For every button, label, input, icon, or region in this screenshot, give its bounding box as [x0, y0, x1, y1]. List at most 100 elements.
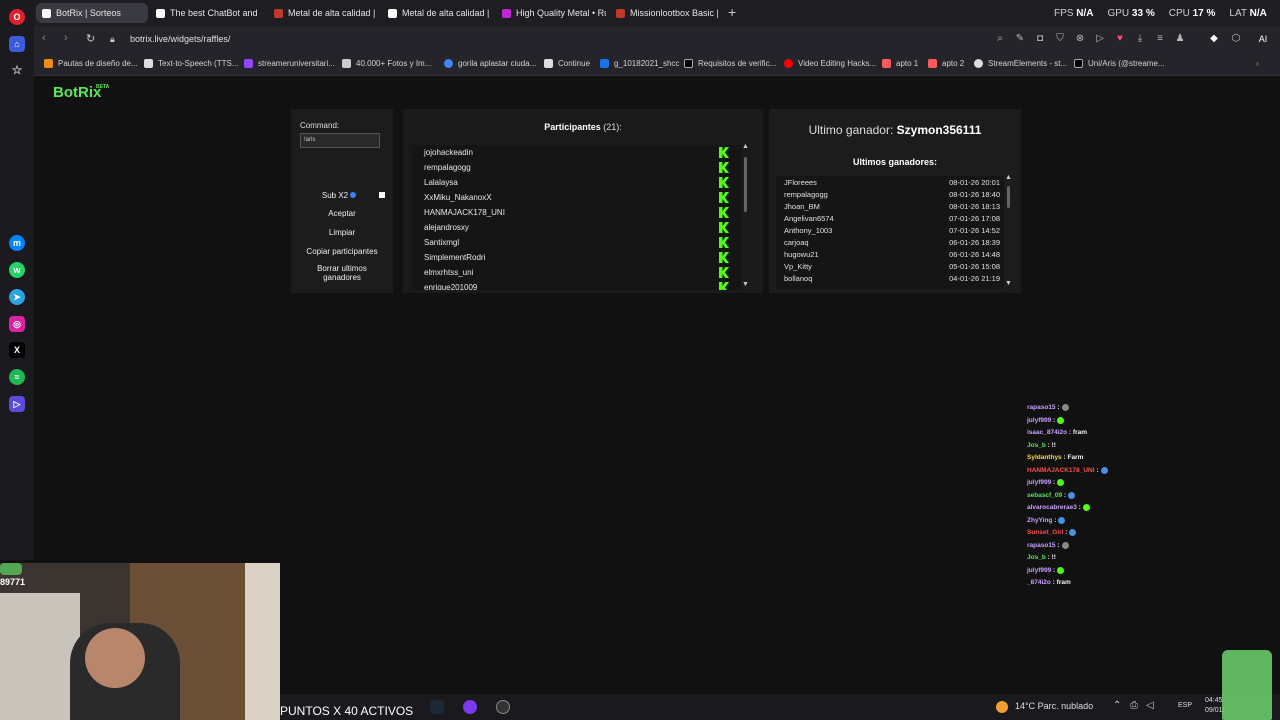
tab-botrix[interactable]: BotRix | Sorteos: [36, 3, 148, 23]
table-row: Anthony_1003 07-01-26 14:52: [776, 224, 1004, 236]
kick-icon: [719, 192, 729, 203]
bookmark-item[interactable]: 40.000+ Fotos y Im...: [342, 59, 431, 68]
whatsapp-icon[interactable]: w: [9, 262, 25, 278]
bookmark-item[interactable]: Text-to-Speech (TTS...: [144, 59, 238, 68]
google-icon: [444, 59, 453, 68]
ai-button[interactable]: AI: [1252, 33, 1274, 45]
opera-logo-icon[interactable]: O: [9, 9, 25, 25]
chat-overlay: rapaso15 : julyf999 : isaac_874i2o : fram J…: [1024, 390, 1204, 590]
emote-icon: [1058, 516, 1066, 524]
bookmark-item[interactable]: Uni/Aris (@streame...: [1074, 59, 1165, 68]
x-twitter-icon[interactable]: X: [9, 342, 25, 358]
emote-icon: [1082, 504, 1090, 511]
chevron-up-icon[interactable]: ⌃: [1113, 700, 1121, 711]
bookmark-item[interactable]: Pautas de diseño de...: [44, 59, 138, 68]
telegram-icon[interactable]: ➤: [9, 289, 25, 305]
player-icon[interactable]: ▷: [9, 396, 25, 412]
tab-missionlootbox[interactable]: Missionlootbox Basic | Ru: [610, 3, 720, 23]
copy-participants-button[interactable]: Copiar participantes: [291, 247, 393, 256]
bookmark-star-icon[interactable]: ☆: [9, 62, 25, 78]
bookmark-item[interactable]: g_10182021_shcc: [600, 59, 679, 68]
bookmark-label: Continue: [558, 59, 591, 68]
botrix-logo[interactable]: BotRix: [53, 84, 101, 101]
x-twitter-icon: [684, 59, 693, 68]
winner-date: 06-01-26 18:39: [949, 238, 1000, 247]
download-icon[interactable]: ⤓: [1134, 33, 1146, 45]
play-icon[interactable]: ▷: [1094, 33, 1106, 45]
network-icon[interactable]: ⎙: [1130, 700, 1138, 711]
steam-icon[interactable]: [430, 700, 444, 714]
tab-high-quality-metal[interactable]: High Quality Metal • Rust: [496, 3, 606, 23]
language-indicator[interactable]: ESP: [1178, 702, 1192, 709]
bookmark-item[interactable]: Video Editing Hacks...: [784, 59, 876, 68]
bookmark-item[interactable]: apto 1: [882, 59, 918, 68]
app-icon[interactable]: [496, 700, 510, 714]
scroll-down-icon[interactable]: ▼: [1005, 280, 1012, 287]
bookmark-favicon-icon: [244, 59, 253, 68]
heart-icon[interactable]: ♥: [1114, 33, 1126, 45]
fps-stat: FPS N/A: [1054, 8, 1093, 19]
edit-icon[interactable]: ✎: [1014, 33, 1026, 45]
accept-button[interactable]: Aceptar: [291, 209, 393, 218]
info-icon[interactable]: [350, 192, 356, 198]
home-icon[interactable]: ⌂: [9, 36, 25, 52]
volume-icon[interactable]: ◁: [1146, 700, 1154, 711]
bookmark-item[interactable]: Continue: [544, 59, 590, 68]
participants-list[interactable]: jojohackeadin rempalagogg Lalalaysa XxMi…: [412, 145, 741, 290]
address-bar: ‹ › ↻ 🔒︎ botrix.live/widgets/raffles/ ⌕ …: [34, 26, 1280, 54]
botrix-favicon-icon: [156, 8, 165, 18]
chat-message: julyf999 :: [1027, 416, 1065, 424]
participants-scrollbar[interactable]: ▲ ▼: [742, 143, 750, 290]
tab-chatbot[interactable]: The best ChatBot and Wid: [150, 3, 258, 23]
scroll-up-icon[interactable]: ▲: [1005, 174, 1012, 181]
cube-icon[interactable]: ⬡: [1230, 33, 1242, 45]
tab-metal-1[interactable]: Metal de alta calidad | Ru: [268, 3, 378, 23]
scrollbar-thumb[interactable]: [1007, 186, 1010, 208]
command-input[interactable]: !aris: [300, 133, 380, 148]
reload-icon[interactable]: ↻: [86, 32, 95, 45]
table-row: rempalagogg 08-01-26 18:40: [776, 188, 1004, 200]
winner-date: 08-01-26 20:01: [949, 178, 1000, 187]
camera-icon[interactable]: ◘: [1034, 33, 1046, 45]
search-icon[interactable]: ⌕: [994, 33, 1006, 45]
bookmark-label: apto 2: [942, 59, 965, 68]
bookmark-item[interactable]: gorila aplastar ciuda...: [444, 59, 536, 68]
new-tab-button[interactable]: +: [728, 4, 736, 20]
weather-text[interactable]: 14°C Parc. nublado: [1015, 701, 1093, 711]
taskbar: PUNTOS X 40 ACTIVOS 14°C Parc. nublado ⌃…: [280, 694, 1280, 720]
bookmark-item[interactable]: apto 2: [928, 59, 964, 68]
bookmark-item[interactable]: streameruniversitari...: [244, 59, 335, 68]
bookmark-item[interactable]: StreamElements - st...: [974, 59, 1067, 68]
raffle-controls: Command: !aris Sub X2 Aceptar Limpiar Co…: [291, 109, 393, 293]
clear-button[interactable]: Limpiar: [291, 228, 393, 237]
shield-icon[interactable]: ⛉: [1054, 33, 1066, 45]
winners-list[interactable]: JFloreees 08-01-26 20:01 rempalagogg 08-01…: [776, 176, 1004, 289]
vpn-icon[interactable]: ⊗: [1074, 33, 1086, 45]
account-icon[interactable]: ♟: [1174, 33, 1186, 45]
winners-scrollbar[interactable]: ▲ ▼: [1005, 174, 1013, 289]
bookmark-favicon-icon: [544, 59, 553, 68]
airbnb-icon: [928, 59, 937, 68]
weather-icon: [996, 701, 1008, 713]
scroll-down-icon[interactable]: ▼: [742, 281, 749, 288]
menu-icon[interactable]: ≡: [1154, 33, 1166, 45]
instagram-icon[interactable]: ◎: [9, 316, 25, 332]
sub-x2-checkbox[interactable]: [379, 192, 385, 198]
command-label: Command:: [300, 121, 340, 130]
winner-date: 04-01-26 21:19: [949, 274, 1000, 283]
obs-icon[interactable]: [463, 700, 477, 714]
bookmarks-more-icon[interactable]: ›: [1256, 59, 1259, 68]
spotify-icon[interactable]: ≈: [9, 369, 25, 385]
emote-icon: [1057, 566, 1065, 574]
url-field[interactable]: botrix.live/widgets/raffles/: [130, 34, 230, 44]
messenger-icon[interactable]: m: [9, 235, 25, 251]
bookmark-item[interactable]: Requisitos de verific...: [684, 59, 776, 68]
chat-message: julyf999 :: [1027, 479, 1065, 486]
tab-metal-2[interactable]: Metal de alta calidad | Ru: [382, 3, 492, 23]
extension-icon[interactable]: ◆: [1208, 33, 1220, 45]
forward-icon[interactable]: ›: [64, 32, 68, 44]
scrollbar-thumb[interactable]: [744, 157, 747, 212]
delete-winners-button[interactable]: Borrar ultimos ganadores: [291, 264, 393, 282]
back-icon[interactable]: ‹: [42, 32, 46, 44]
scroll-up-icon[interactable]: ▲: [742, 143, 749, 150]
